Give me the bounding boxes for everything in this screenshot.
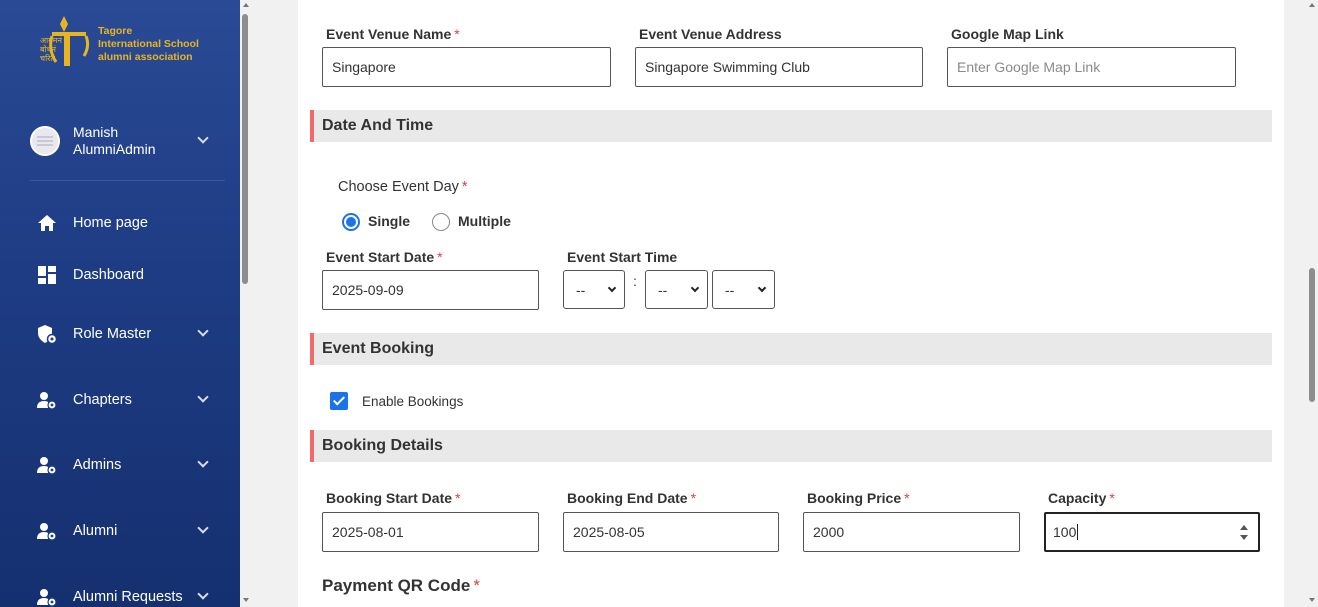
booking-start-input[interactable]: 2025-08-01 (322, 512, 539, 552)
chevron-down-icon (197, 391, 209, 403)
sidebar-item-label: Alumni Requests (73, 589, 183, 605)
sidebar-item-label: Home page (73, 215, 148, 231)
chevron-down-icon (197, 456, 209, 468)
minute-select[interactable]: -- (645, 270, 708, 309)
sidebar-item-home[interactable]: Home page (36, 210, 220, 236)
event-start-time-label: Event Start Time (567, 249, 678, 265)
scroll-down-icon[interactable] (1309, 598, 1315, 602)
user-name: Manish AlumniAdmin (73, 124, 156, 157)
section-event-booking: Event Booking (310, 333, 1272, 365)
user-menu[interactable]: Manish AlumniAdmin (30, 124, 220, 158)
scroll-down-icon[interactable] (243, 598, 249, 602)
sidebar-item-label: Role Master (73, 326, 152, 342)
sidebar-item-dashboard[interactable]: Dashboard (36, 262, 220, 288)
user-gear-icon (36, 520, 58, 542)
sidebar-item-chapters[interactable]: Chapters (36, 387, 220, 413)
time-separator: : (633, 273, 637, 289)
shield-gear-icon (36, 323, 58, 345)
radio-single[interactable] (342, 213, 360, 231)
sidebar-item-label: Alumni (73, 523, 118, 539)
radio-multiple[interactable] (432, 213, 450, 231)
sidebar-item-role-master[interactable]: Role Master (36, 321, 220, 347)
school-logo[interactable]: आगमनं बोधनं चरितं Tagore International S… (38, 16, 208, 72)
enable-bookings-label[interactable]: Enable Bookings (362, 394, 463, 409)
sidebar-item-alumni-requests[interactable]: Alumni Requests (36, 584, 220, 607)
ampm-select[interactable]: -- (712, 270, 775, 309)
home-icon (36, 212, 58, 234)
booking-end-input[interactable]: 2025-08-05 (563, 512, 779, 552)
sidebar-scrollbar[interactable] (240, 0, 250, 607)
page-scrollbar-thumb[interactable] (1309, 268, 1315, 402)
section-booking-details: Booking Details (310, 430, 1272, 462)
chevron-down-icon (197, 522, 209, 534)
radio-multiple-label[interactable]: Multiple (458, 213, 511, 229)
number-spinner-icon[interactable] (1240, 525, 1248, 541)
scroll-up-icon[interactable] (243, 3, 249, 7)
user-gear-icon (36, 454, 58, 476)
chevron-down-icon (197, 132, 209, 144)
sidebar-scrollbar-thumb[interactable] (242, 14, 248, 284)
venue-name-label: Event Venue Name * (326, 26, 460, 42)
chevron-down-icon (197, 325, 209, 337)
logo-script: आगमनं बोधनं चरितं (40, 36, 62, 63)
page-scrollbar[interactable] (1306, 0, 1318, 607)
enable-bookings-checkbox[interactable] (330, 392, 348, 410)
radio-single-label[interactable]: Single (368, 213, 410, 229)
venue-address-input[interactable]: Singapore Swimming Club (635, 47, 923, 87)
dashboard-icon (36, 264, 58, 286)
sidebar-item-label: Dashboard (73, 267, 144, 283)
event-start-date-label: Event Start Date * (326, 249, 443, 265)
event-start-date-input[interactable]: 2025-09-09 (322, 270, 539, 310)
user-gear-icon (36, 586, 58, 607)
sidebar: आगमनं बोधनं चरितं Tagore International S… (0, 0, 240, 607)
booking-start-label: Booking Start Date * (326, 490, 461, 506)
booking-price-label: Booking Price * (807, 490, 910, 506)
booking-end-label: Booking End Date * (567, 490, 697, 506)
booking-price-input[interactable]: 2000 (803, 512, 1020, 552)
payment-qr-label: Payment QR Code * (322, 576, 480, 595)
sidebar-item-label: Chapters (73, 392, 132, 408)
hour-select[interactable]: -- (563, 270, 625, 309)
sidebar-item-admins[interactable]: Admins (36, 452, 220, 478)
venue-name-input[interactable]: Singapore (322, 47, 611, 87)
capacity-input[interactable]: 100 (1044, 512, 1260, 552)
user-gear-icon (36, 389, 58, 411)
choose-day-label: Choose Event Day * (338, 179, 468, 195)
map-link-input[interactable]: Enter Google Map Link (947, 47, 1236, 87)
sidebar-divider (30, 180, 225, 181)
scroll-up-icon[interactable] (1309, 3, 1315, 7)
section-date-time: Date And Time (310, 110, 1272, 142)
chevron-down-icon (197, 588, 209, 600)
sidebar-item-label: Admins (73, 457, 122, 473)
sidebar-item-alumni[interactable]: Alumni (36, 518, 220, 544)
logo-text: Tagore International School alumni assoc… (98, 25, 199, 63)
venue-address-label: Event Venue Address (639, 26, 782, 42)
avatar (30, 126, 60, 156)
map-link-label: Google Map Link (951, 26, 1064, 42)
capacity-label: Capacity * (1048, 490, 1115, 506)
event-form-card: Event Venue Name * Singapore Event Venue … (298, 0, 1284, 607)
